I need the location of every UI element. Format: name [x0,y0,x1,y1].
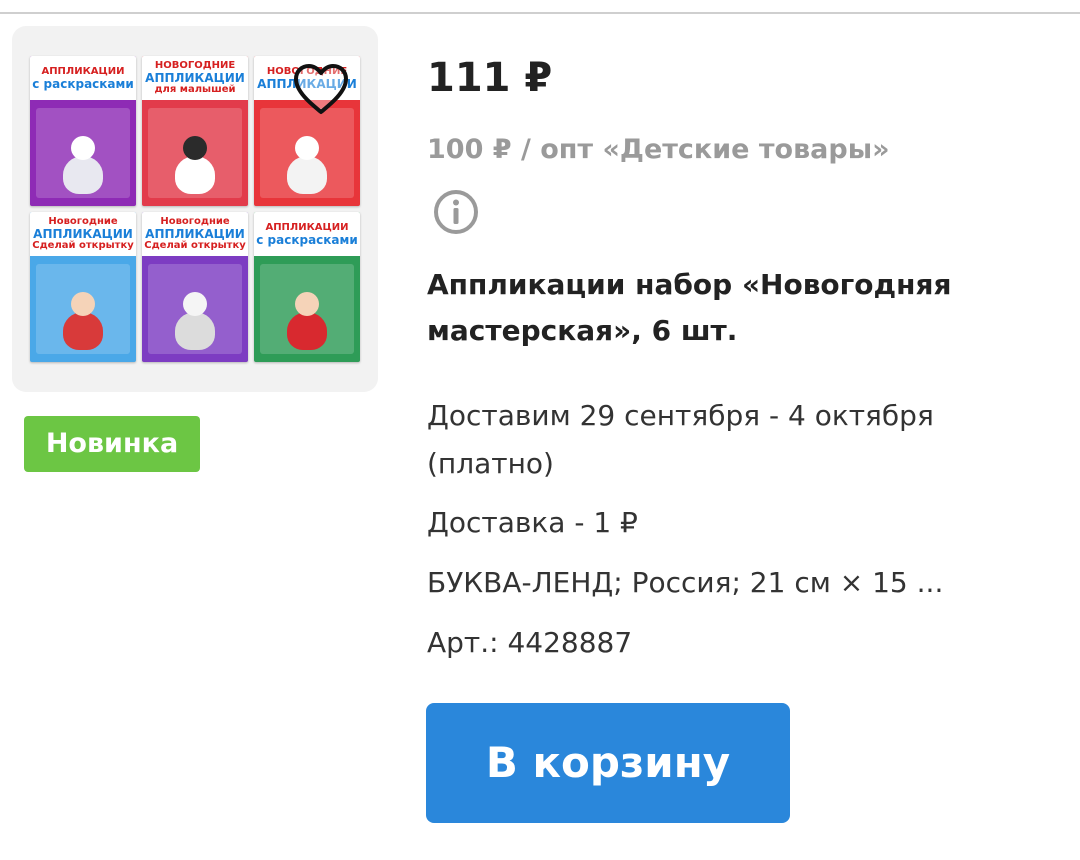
wholesale-price: 100 ₽ / опт «Детские товары» [427,134,890,165]
character-body [175,156,215,194]
character-head [71,136,95,160]
heart-icon[interactable] [292,62,350,116]
book-cover: АППЛИКАЦИИ с раскрасками [254,212,360,362]
article-number: Арт.: 4428887 [427,626,633,659]
product-title[interactable]: Аппликации набор «Новогодняя мастерская»… [427,262,1047,354]
character-head [71,292,95,316]
character-body [63,156,103,194]
book-cover-title: АППЛИКАЦИИ с раскрасками [254,212,360,256]
book-cover-title-line: АППЛИКАЦИИ [33,227,133,241]
top-divider [0,12,1080,14]
delivery-cost: Доставка - 1 ₽ [427,506,638,539]
book-cover-character [172,136,218,194]
book-cover-character [284,136,330,194]
book-cover-title-line: с раскрасками [256,233,358,247]
book-cover-title-line: с раскрасками [32,77,134,91]
add-to-cart-button[interactable]: В корзину [426,703,790,823]
character-body [175,312,215,350]
delivery-date: Доставим 29 сентября - 4 октября (платно… [427,399,934,480]
book-cover-title: Новогодние АППЛИКАЦИИ Сделай открытку [30,212,136,256]
book-cover: Новогодние АППЛИКАЦИИ Сделай открытку [142,212,248,362]
book-cover-title-line: Сделай открытку [144,240,246,251]
character-head [295,136,319,160]
book-cover-title-line: Сделай открытку [32,240,134,251]
character-head [183,136,207,160]
book-cover: АППЛИКАЦИИ с раскрасками [30,56,136,206]
product-specs: БУКВА-ЛЕНД; Россия; 21 см × 15 ... [427,566,944,599]
price: 111 ₽ [427,55,553,101]
book-cover-title: НОВОГОДНИЕ АППЛИКАЦИИ для малышей [142,56,248,100]
book-cover-character [172,292,218,350]
new-badge: Новинка [24,416,200,472]
book-cover-title: Новогодние АППЛИКАЦИИ Сделай открытку [142,212,248,256]
character-body [63,312,103,350]
character-body [287,312,327,350]
book-cover-title: АППЛИКАЦИИ с раскрасками [30,56,136,100]
book-cover-character [60,136,106,194]
character-body [287,156,327,194]
character-head [295,292,319,316]
book-cover-title-line: для малышей [154,84,236,95]
book-cover-title-line: АППЛИКАЦИИ [145,227,245,241]
character-head [183,292,207,316]
book-cover: НОВОГОДНИЕ АППЛИКАЦИИ для малышей [142,56,248,206]
book-cover-character [284,292,330,350]
book-cover: Новогодние АППЛИКАЦИИ Сделай открытку [30,212,136,362]
book-cover-character [60,292,106,350]
book-cover-title-line: АППЛИКАЦИИ [145,71,245,85]
info-icon[interactable] [432,188,480,236]
